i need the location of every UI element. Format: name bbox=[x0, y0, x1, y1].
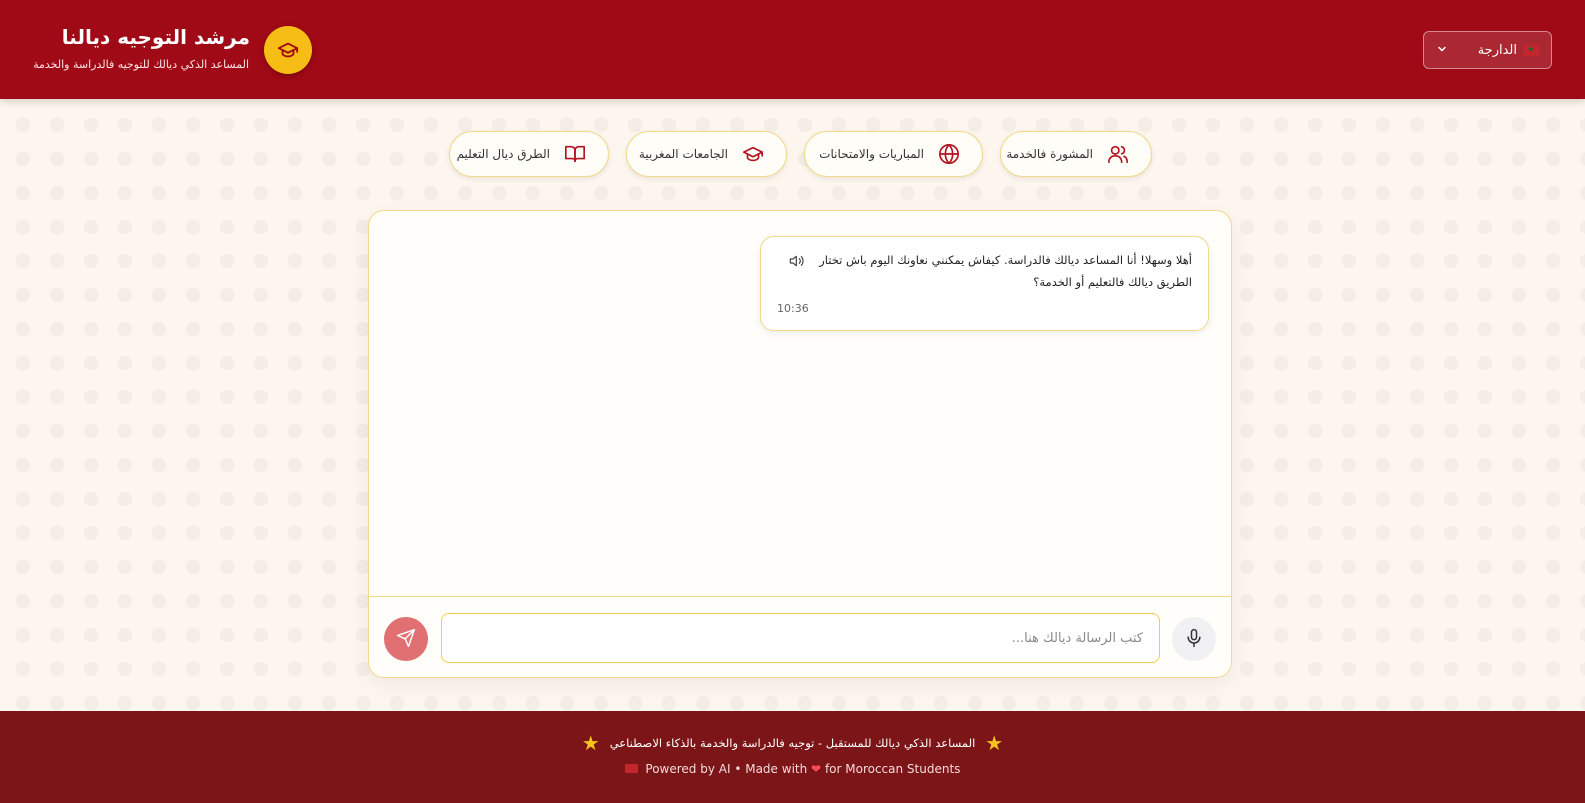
morocco-flag-icon bbox=[1523, 44, 1539, 56]
morocco-flag-icon bbox=[624, 764, 638, 773]
footer-tagline: ★ المساعد الذكي ديالك للمستقبل - توجيه ف… bbox=[0, 733, 1585, 753]
app-subtitle: المساعد الذكي ديالك للتوجيه فالدراسة وال… bbox=[33, 58, 249, 71]
send-button[interactable] bbox=[384, 617, 428, 661]
message-input[interactable] bbox=[441, 613, 1160, 663]
chip-label: الجامعات المغربية bbox=[638, 147, 728, 161]
star-icon: ★ bbox=[985, 731, 1004, 755]
footer-tagline-text: المساعد الذكي ديالك للمستقبل - توجيه فال… bbox=[609, 736, 976, 750]
open-book-icon bbox=[564, 143, 586, 165]
app-footer: ★ المساعد الذكي ديالك للمستقبل - توجيه ف… bbox=[0, 711, 1585, 803]
heart-icon: ❤ bbox=[811, 762, 822, 776]
app-header: مرشد التوجيه ديالنا المساعد الذكي ديالك … bbox=[0, 0, 1585, 99]
message-composer bbox=[369, 596, 1231, 677]
message-text: أهلا وسهلا! أنا المساعد ديالك فالدراسة. … bbox=[819, 253, 1192, 289]
chat-panel: أهلا وسهلا! أنا المساعد ديالك فالدراسة. … bbox=[368, 210, 1232, 678]
microphone-button[interactable] bbox=[1172, 617, 1216, 661]
language-selected-label: الدارجة bbox=[1477, 42, 1517, 58]
star-icon: ★ bbox=[581, 731, 600, 755]
globe-icon bbox=[938, 143, 960, 165]
chip-moroccan-universities[interactable]: الجامعات المغربية bbox=[626, 131, 787, 177]
language-select[interactable]: الدارجة bbox=[1423, 31, 1552, 69]
message-timestamp: 10:36 bbox=[777, 302, 809, 315]
graduation-cap-logo-icon bbox=[264, 26, 312, 74]
chip-education-paths[interactable]: الطرق ديال التعليم bbox=[449, 131, 609, 177]
graduation-cap-icon bbox=[742, 143, 764, 165]
chip-career-advice[interactable]: المشورة فالخدمة bbox=[1000, 131, 1152, 177]
speaker-icon[interactable] bbox=[789, 253, 805, 273]
chip-exams-competitions[interactable]: المباريات والامتحانات bbox=[804, 131, 983, 177]
chip-label: المشورة فالخدمة bbox=[1006, 147, 1093, 161]
send-icon bbox=[396, 628, 416, 651]
footer-credits: Powered by AI • Made with ❤ for Moroccan… bbox=[0, 762, 1585, 776]
footer-credits-part2: for Moroccan Students bbox=[824, 762, 961, 776]
users-icon bbox=[1107, 143, 1129, 165]
footer-credits-part1: Powered by AI • Made with bbox=[645, 762, 808, 776]
app-title: مرشد التوجيه ديالنا bbox=[61, 25, 250, 49]
assistant-message: أهلا وسهلا! أنا المساعد ديالك فالدراسة. … bbox=[760, 236, 1209, 331]
microphone-icon bbox=[1184, 628, 1204, 651]
chevron-down-icon bbox=[1436, 43, 1448, 58]
chip-label: الطرق ديال التعليم bbox=[456, 147, 550, 161]
chip-label: المباريات والامتحانات bbox=[819, 147, 924, 161]
